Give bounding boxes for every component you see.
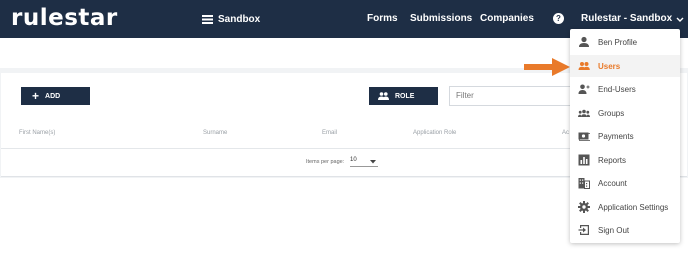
account-menu-toggle[interactable]: Rulestar - Sandbox: [581, 12, 684, 26]
chevron-down-icon: [676, 17, 684, 22]
menu-item-label: Reports: [598, 156, 627, 165]
sign-out-icon: [578, 225, 589, 235]
menu-item-account[interactable]: Account: [570, 172, 680, 194]
filter-input[interactable]: Filter: [449, 86, 573, 106]
menu-item-users[interactable]: Users: [570, 55, 680, 77]
table-divider: [1, 148, 573, 149]
add-button-label: ADD: [45, 92, 61, 100]
column-header-active[interactable]: Ac: [562, 130, 569, 136]
column-header-email[interactable]: Email: [322, 130, 337, 136]
menu-item-label: Groups: [598, 109, 625, 118]
environment-switcher[interactable]: Sandbox: [202, 11, 260, 27]
account-dropdown-menu: Ben Profile Users End-Users Groups Payme…: [570, 29, 680, 243]
person-icon: [579, 36, 589, 47]
menu-item-reports[interactable]: Reports: [570, 149, 680, 171]
nav-companies[interactable]: Companies: [480, 12, 534, 26]
account-label: Rulestar - Sandbox: [581, 13, 673, 24]
people-icon: [378, 92, 389, 100]
menu-item-sign-out[interactable]: Sign Out: [570, 219, 680, 241]
help-icon[interactable]: ?: [553, 13, 564, 24]
menu-item-label: Application Settings: [598, 203, 669, 212]
groups-icon: [578, 109, 590, 117]
add-button[interactable]: + ADD: [21, 87, 90, 105]
role-button-label: ROLE: [395, 92, 415, 100]
gear-icon: [578, 201, 590, 213]
end-users-icon: [578, 84, 590, 94]
items-per-page-value: 10: [350, 157, 357, 163]
items-per-page-label: Items per page:: [306, 159, 345, 165]
menu-item-label: Payments: [598, 132, 634, 141]
menu-item-label: Account: [598, 179, 627, 188]
menu-item-payments[interactable]: Payments: [570, 125, 680, 147]
menu-item-label: Sign Out: [598, 226, 630, 235]
menu-item-end-users[interactable]: End-Users: [570, 78, 680, 100]
nav-submissions[interactable]: Submissions: [410, 12, 472, 26]
people-icon: [578, 62, 590, 70]
menu-item-application-settings[interactable]: Application Settings: [570, 196, 680, 218]
environment-label: Sandbox: [218, 13, 261, 25]
menu-item-label: End-Users: [598, 85, 636, 94]
menu-item-groups[interactable]: Groups: [570, 102, 680, 124]
plus-icon: +: [32, 89, 40, 103]
items-per-page-select[interactable]: 10: [350, 157, 378, 167]
menu-item-label: Users: [598, 62, 621, 71]
pointer-arrow-icon: [524, 58, 570, 76]
building-icon: [578, 178, 590, 189]
payments-icon: [578, 132, 590, 141]
caret-down-icon: [370, 160, 376, 164]
column-header-surname[interactable]: Surname: [203, 130, 227, 136]
menu-item-profile[interactable]: Ben Profile: [570, 31, 680, 53]
role-button[interactable]: ROLE: [369, 87, 438, 105]
app-logo[interactable]: rulestar: [11, 4, 118, 32]
column-header-first-names[interactable]: First Name(s): [19, 130, 55, 136]
menu-item-label: Ben Profile: [598, 38, 638, 47]
reports-icon: [578, 154, 590, 166]
nav-forms[interactable]: Forms: [367, 12, 398, 26]
column-header-application-role[interactable]: Application Role: [413, 130, 456, 136]
list-icon: [202, 14, 213, 24]
